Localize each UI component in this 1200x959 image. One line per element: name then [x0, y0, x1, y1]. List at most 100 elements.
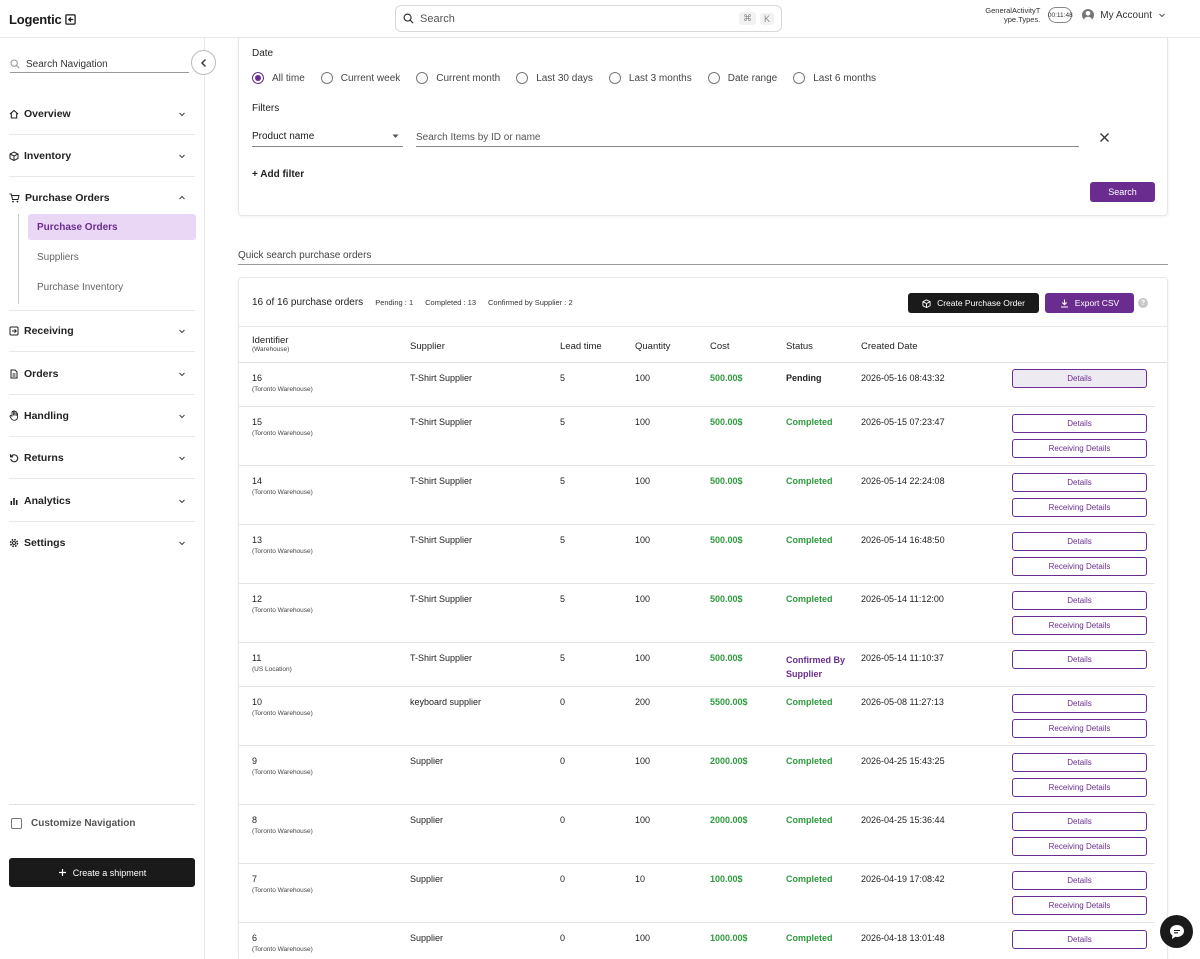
header-lead-time[interactable]: Lead time — [560, 341, 602, 352]
search-button[interactable]: Search — [1090, 182, 1155, 202]
document-icon — [9, 369, 19, 379]
sidebar-item-analytics[interactable]: Analytics — [9, 480, 195, 522]
date-option-current-week[interactable]: Current week — [320, 72, 400, 84]
sidebar-item-orders[interactable]: Orders — [9, 353, 195, 395]
receiving-details-button[interactable]: Receiving Details — [1012, 616, 1147, 635]
create-shipment-button[interactable]: Create a shipment — [9, 858, 195, 887]
receiving-details-button[interactable]: Receiving Details — [1012, 896, 1147, 915]
order-id: 11 — [252, 653, 262, 663]
order-supplier: Supplier — [410, 933, 444, 943]
date-option-all-time[interactable]: All time — [252, 72, 305, 84]
sidebar-search-input[interactable]: Search Navigation — [10, 56, 189, 73]
logo[interactable]: Logentic — [9, 12, 76, 27]
collapse-sidebar-button[interactable] — [191, 50, 216, 75]
create-purchase-order-label: Create Purchase Order — [937, 298, 1025, 308]
sidebar-item-label: Receiving — [24, 325, 74, 337]
sidebar-item-label: Settings — [24, 537, 66, 549]
account-menu[interactable]: My Account — [1082, 9, 1166, 21]
details-button[interactable]: Details — [1012, 694, 1147, 713]
sidebar-item-settings[interactable]: Settings — [9, 522, 195, 564]
receiving-details-button[interactable]: Receiving Details — [1012, 439, 1147, 458]
table-row: 7 (Toronto Warehouse) Supplier 0 10 100.00$ Co… — [239, 864, 1155, 923]
date-option-date-range[interactable]: Date range — [707, 72, 778, 84]
order-warehouse: (Toronto Warehouse) — [252, 769, 313, 776]
date-option-last-6-months[interactable]: Last 6 months — [793, 72, 876, 84]
sidebar-item-label: Inventory — [24, 149, 72, 162]
order-supplier: T-Shirt Supplier — [410, 594, 473, 604]
order-quantity: 100 — [635, 594, 651, 604]
details-button[interactable]: Details — [1012, 369, 1147, 388]
sidebar-subitem-purchase-inventory[interactable]: Purchase Inventory — [28, 274, 196, 300]
order-status: Completed — [786, 697, 833, 707]
order-supplier: Supplier — [410, 756, 444, 766]
details-button[interactable]: Details — [1012, 532, 1147, 551]
date-option-label: Date range — [727, 72, 778, 84]
chat-icon — [1168, 923, 1186, 941]
sidebar-item-inventory[interactable]: Inventory — [9, 135, 195, 177]
header-created-date[interactable]: Created Date — [861, 341, 918, 352]
sidebar-item-label: Orders — [24, 367, 59, 380]
order-quantity: 200 — [635, 697, 651, 707]
date-option-last-3-months[interactable]: Last 3 months — [608, 72, 692, 84]
receiving-details-button[interactable]: Receiving Details — [1012, 557, 1147, 576]
header-quantity[interactable]: Quantity — [635, 341, 670, 352]
receiving-details-button[interactable]: Receiving Details — [1012, 837, 1147, 856]
order-quantity: 100 — [635, 417, 651, 427]
order-supplier: T-Shirt Supplier — [410, 373, 473, 383]
customize-navigation[interactable]: Customize Navigation — [9, 804, 195, 842]
order-cost: 1000.00$ — [710, 933, 748, 943]
quick-search-input[interactable]: Quick search purchase orders — [238, 247, 1168, 265]
global-search-input[interactable]: Search ⌘ K — [395, 5, 782, 32]
order-warehouse: (Toronto Warehouse) — [252, 430, 313, 437]
receiving-details-button[interactable]: Receiving Details — [1012, 498, 1147, 517]
download-icon — [1060, 299, 1069, 308]
items-search-input[interactable]: Search Items by ID or name — [416, 129, 1079, 147]
chat-button[interactable] — [1160, 915, 1193, 948]
details-button[interactable]: Details — [1012, 812, 1147, 831]
header-supplier[interactable]: Supplier — [410, 341, 445, 352]
pending-count: Pending : 1 — [375, 298, 414, 307]
sidebar-item-returns[interactable]: Returns — [9, 437, 195, 479]
sidebar-item-overview[interactable]: Overview — [9, 93, 195, 135]
receiving-details-button[interactable]: Receiving Details — [1012, 778, 1147, 797]
header-warehouse-label: (Warehouse) — [252, 346, 290, 353]
activity-timer[interactable]: 00:11:48 — [1048, 7, 1073, 23]
details-button[interactable]: Details — [1012, 650, 1147, 669]
add-filter-button[interactable]: + Add filter — [252, 169, 304, 180]
return-icon — [9, 453, 19, 463]
customize-navigation-checkbox[interactable] — [11, 818, 22, 829]
order-identifier: 15 (Toronto Warehouse) — [252, 417, 313, 439]
customize-navigation-label: Customize Navigation — [31, 818, 136, 829]
details-button[interactable]: Details — [1012, 753, 1147, 772]
header-cost[interactable]: Cost — [710, 341, 730, 352]
completed-count: Completed : 13 — [425, 298, 477, 307]
help-icon[interactable]: ? — [1138, 298, 1148, 308]
sidebar-item-purchase-orders[interactable]: Purchase Orders — [9, 177, 195, 219]
clear-filter-icon[interactable] — [1099, 132, 1110, 143]
details-button[interactable]: Details — [1012, 414, 1147, 433]
details-button[interactable]: Details — [1012, 473, 1147, 492]
sidebar-subitem-purchase-orders[interactable]: Purchase Orders — [28, 214, 196, 240]
sidebar-subitem-suppliers[interactable]: Suppliers — [28, 244, 196, 270]
header-status[interactable]: Status — [786, 341, 813, 352]
details-button[interactable]: Details — [1012, 930, 1147, 949]
details-button[interactable]: Details — [1012, 871, 1147, 890]
order-cost: 500.00$ — [710, 535, 743, 545]
details-button[interactable]: Details — [1012, 591, 1147, 610]
sidebar-item-receiving[interactable]: Receiving — [9, 310, 195, 352]
order-cost: 500.00$ — [710, 594, 743, 604]
order-lead-time: 0 — [560, 815, 566, 825]
filter-field-select[interactable]: Product name — [252, 127, 403, 147]
header-identifier[interactable]: Identifier (Warehouse) — [252, 336, 289, 354]
order-lead-time: 0 — [560, 933, 566, 943]
date-option-current-month[interactable]: Current month — [416, 72, 500, 84]
receiving-details-button[interactable]: Receiving Details — [1012, 719, 1147, 738]
create-purchase-order-button[interactable]: Create Purchase Order — [908, 293, 1039, 313]
chevron-down-icon — [178, 370, 186, 378]
order-created-date: 2026-04-25 15:36:44 — [861, 815, 945, 825]
radio-icon — [516, 72, 529, 84]
orders-count: 16 of 16 purchase orders — [252, 297, 364, 308]
export-csv-button[interactable]: Export CSV — [1045, 293, 1134, 313]
sidebar-item-handling[interactable]: Handling — [9, 395, 195, 437]
date-option-last-30-days[interactable]: Last 30 days — [516, 72, 593, 84]
